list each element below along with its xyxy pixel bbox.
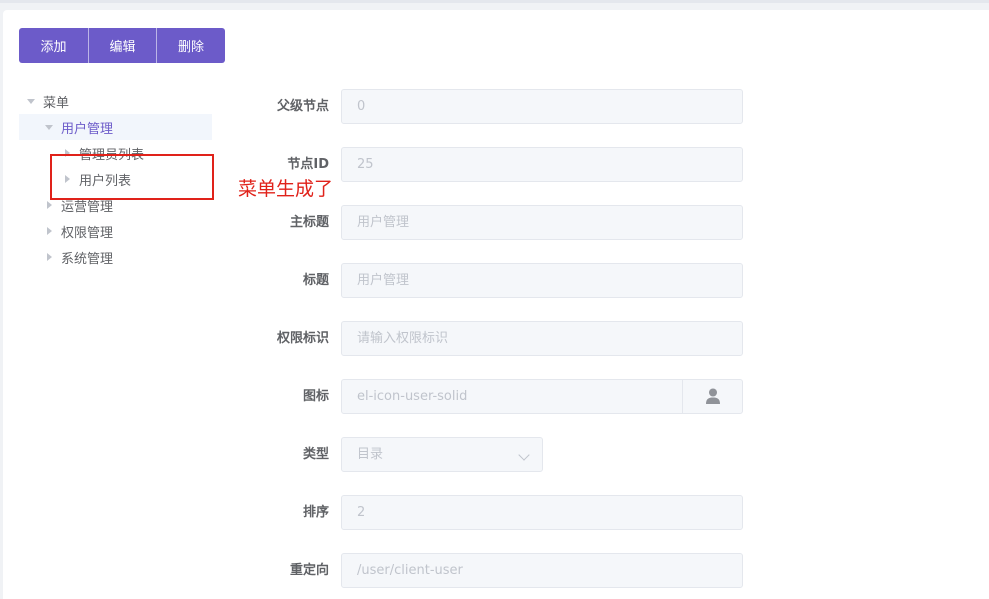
title-field[interactable]: 用户管理	[341, 263, 743, 298]
node-id-field[interactable]: 25	[341, 147, 743, 182]
tree-node-label: 用户列表	[79, 173, 132, 189]
tree-node-label: 菜单	[43, 95, 70, 111]
delete-button[interactable]: 删除	[156, 28, 225, 63]
tree-node-admin-list[interactable]: 管理员列表	[19, 140, 212, 166]
node-id-label: 节点ID	[287, 157, 329, 172]
tree-node-label: 管理员列表	[79, 147, 145, 163]
caret-down-icon[interactable]	[45, 124, 53, 130]
icon-field[interactable]: el-icon-user-solid	[341, 379, 683, 414]
form-row-main-title: 主标题 用户管理	[233, 205, 753, 241]
redirect-label: 重定向	[289, 563, 329, 578]
parent-node-label: 父级节点	[276, 99, 329, 114]
title-label: 标题	[302, 273, 329, 288]
tree-node-permissions[interactable]: 权限管理	[19, 218, 212, 244]
tree-node-system[interactable]: 系统管理	[19, 244, 212, 270]
tree-node-user-list[interactable]: 用户列表	[19, 166, 212, 192]
permission-field[interactable]: 请输入权限标识	[341, 321, 743, 356]
type-select[interactable]: 目录	[341, 437, 543, 472]
form-row-type: 类型 目录	[233, 437, 753, 473]
tree-node-label: 运营管理	[61, 199, 114, 215]
caret-right-icon[interactable]	[47, 201, 52, 209]
caret-down-icon[interactable]	[27, 98, 35, 104]
chevron-down-icon	[518, 449, 530, 461]
caret-right-icon[interactable]	[65, 175, 70, 183]
tree-node-operations[interactable]: 运营管理	[19, 192, 212, 218]
top-border	[0, 0, 989, 3]
form-row-sort: 排序 2	[233, 495, 753, 531]
caret-right-icon[interactable]	[47, 253, 52, 261]
redirect-field[interactable]: /user/client-user	[341, 553, 743, 588]
add-button[interactable]: 添加	[19, 28, 88, 63]
main-title-field[interactable]: 用户管理	[341, 205, 743, 240]
type-select-value: 目录	[357, 447, 384, 462]
sort-label: 排序	[302, 505, 329, 520]
form-row-permission: 权限标识 请输入权限标识	[233, 321, 753, 357]
form-row-icon: 图标 el-icon-user-solid	[233, 379, 753, 415]
form-row-node-id: 节点ID 25	[233, 147, 753, 183]
permission-label: 权限标识	[276, 331, 329, 346]
parent-node-field[interactable]: 0	[341, 89, 743, 124]
tree-node-label: 用户管理	[61, 121, 114, 137]
main-title-label: 主标题	[289, 215, 329, 230]
toolbar: 添加 编辑 删除	[19, 28, 225, 63]
menu-tree: 菜单 用户管理 管理员列表 用户列表 运营管理 权限管理 系统管理	[19, 88, 212, 270]
tree-node-label: 系统管理	[61, 251, 114, 267]
tree-node-label: 权限管理	[61, 225, 114, 241]
tree-node-user-management[interactable]: 用户管理	[19, 114, 212, 140]
form-row-redirect: 重定向 /user/client-user	[233, 553, 753, 589]
caret-right-icon[interactable]	[47, 227, 52, 235]
edit-button[interactable]: 编辑	[88, 28, 156, 63]
type-label: 类型	[302, 447, 329, 462]
form-row-title: 标题 用户管理	[233, 263, 753, 299]
caret-right-icon[interactable]	[65, 149, 70, 157]
icon-label: 图标	[302, 389, 329, 404]
user-solid-icon	[705, 388, 720, 404]
form-row-parent-node: 父级节点 0	[233, 89, 753, 125]
tree-node-root[interactable]: 菜单	[19, 88, 212, 114]
sort-field[interactable]: 2	[341, 495, 743, 530]
icon-picker-button[interactable]	[682, 379, 743, 414]
main-panel: 添加 编辑 删除 菜单 用户管理 管理员列表 用户列表 运营管理 权限管理 系统…	[3, 10, 989, 599]
